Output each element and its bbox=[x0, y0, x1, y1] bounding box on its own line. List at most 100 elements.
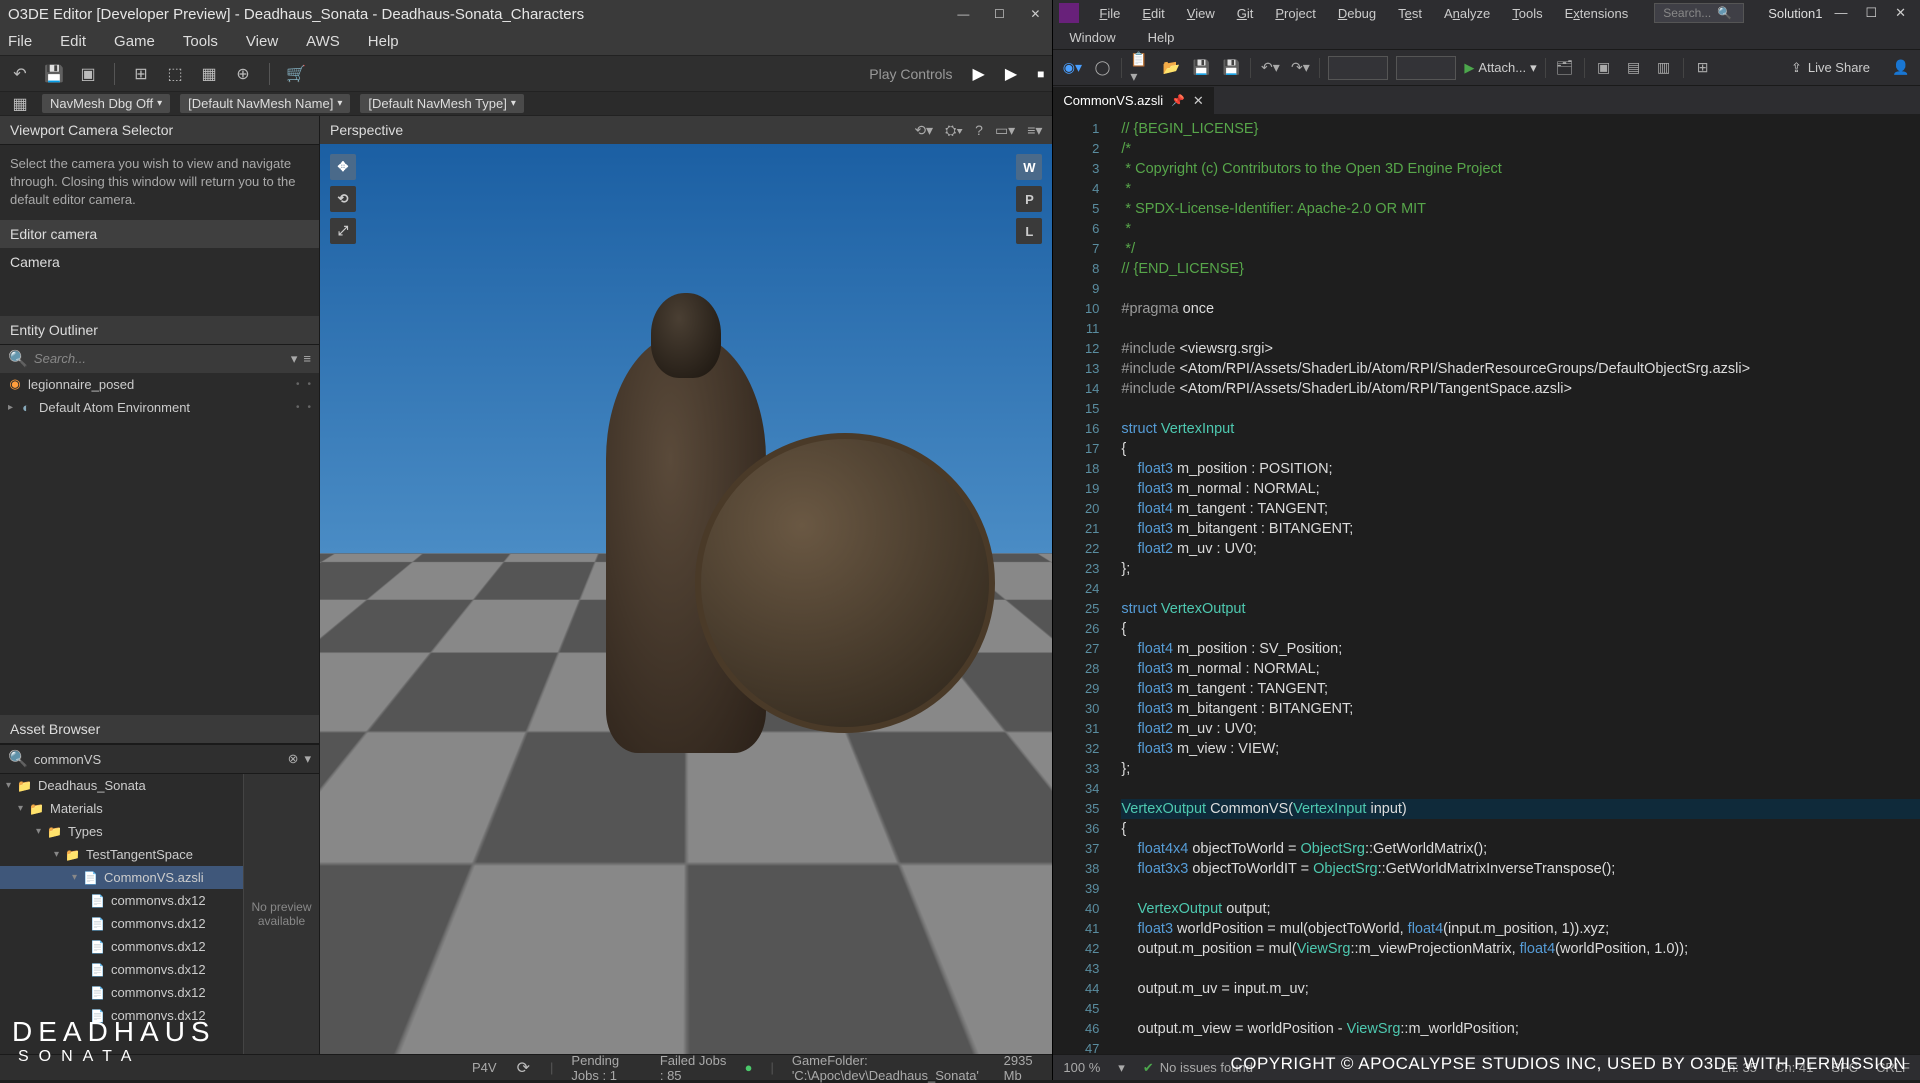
vs-menu-test[interactable]: Test bbox=[1388, 3, 1432, 24]
vs-save-icon[interactable]: 💾 bbox=[1190, 57, 1212, 79]
vp-rotate-icon[interactable]: ⟲ bbox=[330, 186, 356, 212]
asset-tree-item[interactable]: 📄commonvs.dx12 bbox=[0, 912, 243, 935]
vs-zoom-icon[interactable]: ▾ bbox=[1118, 1060, 1125, 1076]
menu-aws[interactable]: AWS bbox=[306, 33, 340, 50]
vs-tab-commonvs[interactable]: CommonVS.azsli 📌 ✕ bbox=[1053, 87, 1213, 114]
axis-gizmo[interactable]: zyx bbox=[350, 964, 410, 1024]
undo-icon[interactable]: ↶ bbox=[8, 62, 32, 86]
clear-icon[interactable]: ⊗ bbox=[288, 751, 299, 767]
asset-tree-item[interactable]: 📄commonvs.dx12 bbox=[0, 935, 243, 958]
outliner-item-env[interactable]: ▸ ◐ Default Atom Environment •• bbox=[0, 396, 319, 419]
vs-zoom[interactable]: 100 % bbox=[1063, 1060, 1100, 1075]
nav-icon[interactable]: ▦ bbox=[8, 92, 32, 116]
vs-menu-project[interactable]: Project bbox=[1265, 3, 1325, 24]
minimize-icon[interactable]: — bbox=[954, 5, 972, 23]
vs-maximize-icon[interactable]: ☐ bbox=[1865, 5, 1877, 21]
asset-tree-item[interactable]: ▾📁TestTangentSpace bbox=[0, 843, 243, 866]
vp-btn-w[interactable]: W bbox=[1016, 154, 1042, 180]
asset-tree[interactable]: ▾📁Deadhaus_Sonata▾📁Materials▾📁Types▾📁Tes… bbox=[0, 774, 243, 1054]
asset-tree-item[interactable]: ▾📁Deadhaus_Sonata bbox=[0, 774, 243, 797]
vs-tb-icon[interactable]: ▤ bbox=[1623, 57, 1645, 79]
camera-item-camera[interactable]: Camera bbox=[0, 248, 319, 276]
camera-item-editor[interactable]: Editor camera bbox=[0, 220, 319, 248]
vs-editor[interactable]: 1234567891011121314151617181920212223242… bbox=[1053, 114, 1920, 1054]
menu-file[interactable]: File bbox=[8, 33, 32, 50]
layers-icon[interactable]: ▣ bbox=[76, 62, 100, 86]
grid-icon[interactable]: ▦ bbox=[197, 62, 221, 86]
vs-menu-tools[interactable]: Tools bbox=[1502, 3, 1552, 24]
vs-menu-extensions[interactable]: Extensions bbox=[1555, 3, 1639, 24]
vs-issues[interactable]: No issues found bbox=[1160, 1060, 1253, 1075]
viewport-mode-label[interactable]: Perspective bbox=[330, 122, 403, 138]
play-next-icon[interactable]: ▶ bbox=[1005, 64, 1017, 84]
vs-crlf[interactable]: CRLF bbox=[1876, 1060, 1910, 1075]
chevron-right-icon[interactable]: ▸ bbox=[8, 402, 13, 413]
vs-undo-icon[interactable]: ↶▾ bbox=[1259, 57, 1281, 79]
asset-search-input[interactable] bbox=[34, 752, 282, 767]
vs-menu-view[interactable]: View bbox=[1177, 3, 1225, 24]
close-icon[interactable]: ✕ bbox=[1193, 93, 1204, 109]
vs-spc[interactable]: SPC bbox=[1831, 1060, 1858, 1075]
menu-edit[interactable]: Edit bbox=[60, 33, 86, 50]
vs-menu-debug[interactable]: Debug bbox=[1328, 3, 1386, 24]
menu-game[interactable]: Game bbox=[114, 33, 155, 50]
vs-menu-analyze[interactable]: Analyze bbox=[1434, 3, 1500, 24]
vp-btn-p[interactable]: P bbox=[1016, 186, 1042, 212]
snap-icon[interactable]: ⬚ bbox=[163, 62, 187, 86]
vp-move-icon[interactable]: ✥ bbox=[330, 154, 356, 180]
menu-icon[interactable]: ≡ bbox=[303, 351, 311, 366]
menu-help[interactable]: Help bbox=[368, 33, 399, 50]
vs-back-icon[interactable]: ◉▾ bbox=[1061, 57, 1083, 79]
vs-open-icon[interactable]: 📂 bbox=[1160, 57, 1182, 79]
save-icon[interactable]: 💾 bbox=[42, 62, 66, 86]
asset-tree-item[interactable]: 📄commonvs.dx12 bbox=[0, 1004, 243, 1027]
vs-tb-icon[interactable]: ⊞ bbox=[1692, 57, 1714, 79]
vs-tb-icon[interactable]: ▣ bbox=[1593, 57, 1615, 79]
close-icon[interactable]: ✕ bbox=[1026, 5, 1044, 23]
tool-icon[interactable]: ⊞ bbox=[129, 62, 153, 86]
asset-tree-item[interactable]: ▾📁Materials bbox=[0, 797, 243, 820]
viewport-canvas[interactable]: ✥ ⟲ ⤢ W P L zyx bbox=[320, 144, 1052, 1054]
asset-tree-item[interactable]: 📄commonvs.dx12 bbox=[0, 981, 243, 1004]
vs-tb-icon[interactable]: 🗂 bbox=[1554, 57, 1576, 79]
vp-menu-icon[interactable]: ≡▾ bbox=[1027, 122, 1042, 139]
navmesh-name-dropdown[interactable]: [Default NavMesh Name] bbox=[180, 94, 350, 113]
cart-icon[interactable]: 🛒 bbox=[284, 62, 308, 86]
vp-btn-l[interactable]: L bbox=[1016, 218, 1042, 244]
vp-help-icon[interactable]: ? bbox=[975, 122, 983, 139]
navmesh-type-dropdown[interactable]: [Default NavMesh Type] bbox=[360, 94, 524, 113]
vs-config-dropdown[interactable] bbox=[1328, 56, 1388, 80]
filter-icon[interactable]: ▾ bbox=[304, 751, 311, 767]
vs-menu-file[interactable]: File bbox=[1089, 3, 1130, 24]
navmesh-dbg-dropdown[interactable]: NavMesh Dbg Off bbox=[42, 94, 170, 113]
vp-aspect-icon[interactable]: ▭▾ bbox=[995, 122, 1015, 139]
outliner-item-legionnaire[interactable]: ◉ legionnaire_posed •• bbox=[0, 373, 319, 396]
vp-light-icon[interactable]: ⛭▾ bbox=[945, 122, 963, 139]
p4v-icon[interactable]: ⟳ bbox=[515, 1056, 532, 1080]
menu-tools[interactable]: Tools bbox=[183, 33, 218, 50]
vs-close-icon[interactable]: ✕ bbox=[1895, 5, 1906, 21]
vs-saveall-icon[interactable]: 💾 bbox=[1220, 57, 1242, 79]
vs-tb-icon[interactable]: ▥ bbox=[1653, 57, 1675, 79]
vs-redo-icon[interactable]: ↷▾ bbox=[1289, 57, 1311, 79]
vs-search-input[interactable]: Search...🔍 bbox=[1654, 3, 1744, 23]
vs-menu-window[interactable]: Window bbox=[1059, 27, 1125, 48]
asset-tree-item[interactable]: ▾📁Types bbox=[0, 820, 243, 843]
menu-view[interactable]: View bbox=[246, 33, 278, 50]
stop-icon[interactable]: ■ bbox=[1037, 67, 1044, 81]
filter-icon[interactable]: ▾ bbox=[291, 351, 298, 367]
vs-minimize-icon[interactable]: — bbox=[1834, 5, 1847, 21]
maximize-icon[interactable]: ☐ bbox=[990, 5, 1008, 23]
asset-tree-item[interactable]: 📄commonvs.dx12 bbox=[0, 958, 243, 981]
vp-scale-icon[interactable]: ⤢ bbox=[330, 218, 356, 244]
play-icon[interactable]: ▶ bbox=[973, 64, 985, 84]
vs-fwd-icon[interactable]: ◯ bbox=[1091, 57, 1113, 79]
vs-menu-git[interactable]: Git bbox=[1227, 3, 1264, 24]
vs-account-icon[interactable]: 👤 bbox=[1890, 57, 1912, 79]
vs-new-icon[interactable]: 📋▾ bbox=[1130, 57, 1152, 79]
vs-liveshare-button[interactable]: ⇪Live Share bbox=[1791, 60, 1870, 76]
vs-menu-help[interactable]: Help bbox=[1138, 27, 1185, 48]
outliner-search-input[interactable] bbox=[34, 351, 285, 366]
vp-display-icon[interactable]: ⟲▾ bbox=[914, 122, 933, 139]
vs-solution-name[interactable]: Solution1 bbox=[1758, 3, 1832, 24]
